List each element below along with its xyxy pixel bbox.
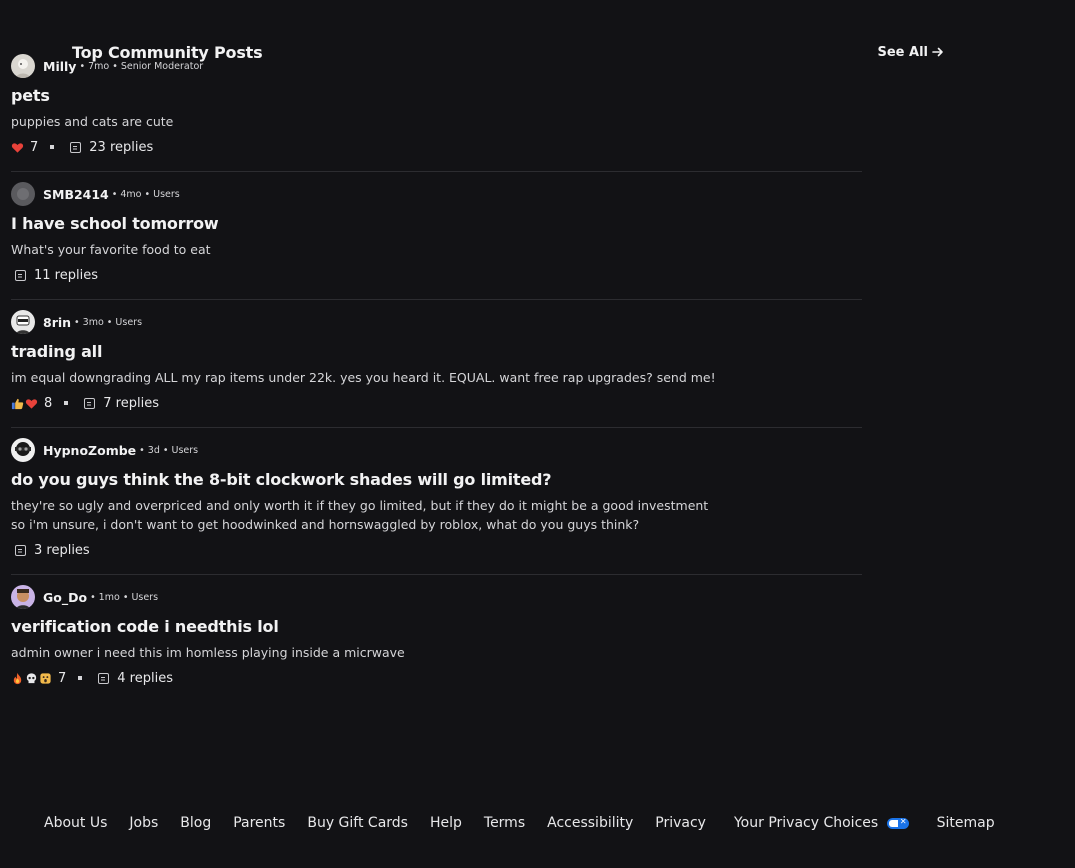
post-meta-text: • 3mo • Users [74, 316, 143, 328]
post-stats: 7 23 replies [11, 137, 862, 157]
post-body: im equal downgrading ALL my rap items un… [11, 370, 716, 385]
post-meta-text: • 1mo • Users [90, 591, 159, 603]
footer-link-privacy[interactable]: Privacy [655, 815, 706, 831]
privacy-options-icon [886, 817, 909, 829]
separator-dot [78, 676, 83, 680]
footer-link-parents[interactable]: Parents [233, 815, 285, 831]
post-list: Milly • 7mo • Senior Moderator pets pupp… [11, 54, 862, 688]
footer-link-jobs[interactable]: Jobs [129, 815, 158, 831]
footer-link-accessibility[interactable]: Accessibility [547, 815, 633, 831]
see-all-link[interactable]: See All [878, 45, 945, 60]
skull-icon [26, 672, 37, 683]
thumbs-up-icon [11, 398, 24, 409]
post-item[interactable]: Milly • 7mo • Senior Moderator pets pupp… [11, 54, 862, 157]
post-title[interactable]: trading all [11, 342, 862, 362]
reactions[interactable] [11, 672, 52, 685]
privacy-choices-label: Your Privacy Choices [733, 815, 879, 831]
divider [11, 171, 862, 172]
post-item[interactable]: Go_Do • 1mo • Users verification code i … [11, 585, 862, 688]
post-stats: 7 4 replies [11, 668, 862, 688]
post-meta-text: • 4mo • Users [111, 188, 180, 200]
separator-dot [64, 401, 69, 405]
post-item[interactable]: 8rin • 3mo • Users trading all im equal … [11, 310, 862, 413]
post-body: they're so ugly and overpriced and only … [11, 496, 862, 534]
surprised-icon [40, 672, 51, 684]
replies-icon [70, 141, 82, 153]
post-meta: Go_Do • 1mo • Users [11, 585, 862, 609]
reaction-count: 8 [44, 395, 53, 411]
footer-link-sitemap[interactable]: Sitemap [937, 815, 995, 831]
username[interactable]: HypnoZombe [43, 443, 136, 458]
see-all-label: See All [877, 44, 929, 60]
replies-icon [15, 269, 26, 281]
heart-icon [25, 398, 38, 409]
username[interactable]: SMB2414 [43, 187, 109, 202]
post-meta-text: • 7mo • Senior Moderator [79, 60, 204, 72]
reaction-count: 7 [58, 670, 67, 686]
avatar[interactable] [11, 54, 35, 78]
post-item[interactable]: SMB2414 • 4mo • Users I have school tomo… [11, 182, 862, 285]
post-body-line: so i'm unsure, i don't want to get hoodw… [11, 517, 640, 532]
post-title[interactable]: verification code i needthis lol [11, 617, 862, 637]
replies-icon [84, 397, 96, 409]
heart-icon [11, 142, 24, 153]
post-meta: 8rin • 3mo • Users [11, 310, 862, 334]
fire-icon [13, 672, 22, 684]
footer-link-your-privacy-choices[interactable]: Your Privacy Choices [734, 815, 909, 831]
post-title[interactable]: do you guys think the 8-bit clockwork sh… [11, 470, 862, 490]
avatar[interactable] [11, 310, 35, 334]
username[interactable]: Milly [43, 59, 76, 74]
replies-count[interactable]: 11 replies [34, 268, 98, 283]
post-meta: SMB2414 • 4mo • Users [11, 182, 862, 206]
divider [11, 427, 862, 428]
post-meta: Milly • 7mo • Senior Moderator [11, 54, 862, 78]
post-body: puppies and cats are cute [11, 114, 174, 129]
post-meta: HypnoZombe • 3d • Users [11, 438, 862, 462]
post-body-line: they're so ugly and overpriced and only … [11, 498, 709, 513]
replies-icon [98, 672, 110, 684]
footer-link-blog[interactable]: Blog [180, 815, 211, 831]
avatar[interactable] [11, 438, 35, 462]
replies-icon [15, 544, 26, 556]
replies-count[interactable]: 7 replies [103, 396, 159, 411]
replies-count[interactable]: 3 replies [34, 543, 90, 558]
username[interactable]: 8rin [43, 315, 71, 330]
post-title[interactable]: I have school tomorrow [11, 214, 862, 234]
footer-link-help[interactable]: Help [430, 815, 462, 831]
post-meta-text: • 3d • Users [139, 444, 199, 456]
reaction-count: 7 [30, 139, 39, 155]
footer-link-buy-gift-cards[interactable]: Buy Gift Cards [307, 815, 408, 831]
divider [11, 574, 862, 575]
footer-link-terms[interactable]: Terms [484, 815, 525, 831]
avatar[interactable] [11, 585, 35, 609]
post-stats: 8 7 replies [11, 393, 862, 413]
separator-dot [50, 145, 55, 149]
replies-count[interactable]: 23 replies [89, 140, 153, 155]
post-item[interactable]: HypnoZombe • 3d • Users do you guys thin… [11, 438, 862, 560]
divider [11, 299, 862, 300]
post-body: What's your favorite food to eat [11, 242, 211, 257]
avatar[interactable] [11, 182, 35, 206]
post-title[interactable]: pets [11, 86, 862, 106]
post-stats: 11 replies [11, 265, 862, 285]
replies-count[interactable]: 4 replies [117, 671, 173, 686]
post-stats: 3 replies [11, 540, 862, 560]
footer-link-about-us[interactable]: About Us [44, 815, 107, 831]
footer-nav: About Us Jobs Blog Parents Buy Gift Card… [44, 815, 995, 831]
reactions[interactable] [11, 141, 24, 154]
reactions[interactable] [11, 397, 38, 410]
username[interactable]: Go_Do [43, 590, 87, 605]
arrow-right-icon [932, 47, 943, 57]
post-body: admin owner i need this im homless playi… [11, 645, 405, 660]
